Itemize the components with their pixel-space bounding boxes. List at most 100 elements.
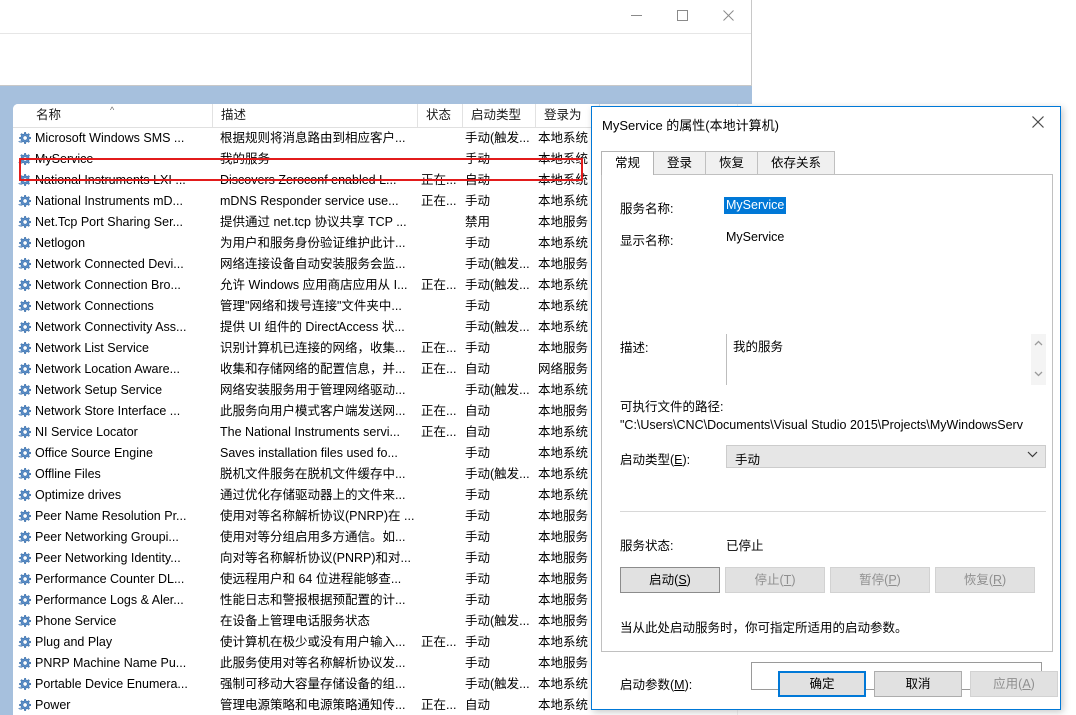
service-properties-dialog: MyService 的属性(本地计算机) 常规登录恢复依存关系 服务名称: My…	[591, 106, 1061, 710]
cell-desc: 通过优化存储驱动器上的文件来...	[220, 485, 416, 506]
cell-start: 手动(触发...	[465, 275, 535, 296]
dialog-titlebar: MyService 的属性(本地计算机)	[592, 107, 1060, 139]
cell-name: National Instruments mD...	[35, 191, 215, 212]
cell-name: MyService	[35, 149, 215, 170]
service-status-value: 已停止	[726, 535, 764, 554]
column-header-label: 启动类型	[471, 108, 521, 122]
cell-name: Microsoft Windows SMS ...	[35, 128, 215, 149]
description-textarea[interactable]: 我的服务	[726, 334, 1046, 385]
window-caption-buttons	[613, 0, 751, 30]
cell-name: Performance Counter DL...	[35, 569, 215, 590]
service-action-label: 停止(T)	[755, 573, 796, 587]
service-p-button: 暂停(P)	[830, 567, 930, 593]
column-header-stat[interactable]: 状态	[418, 104, 463, 127]
cell-start: 手动	[465, 590, 535, 611]
window-toolbar-strip	[0, 33, 751, 85]
apply-button-label: 应用(A)	[993, 677, 1035, 691]
description-scrollbar[interactable]	[1031, 334, 1046, 385]
cell-name: Peer Name Resolution Pr...	[35, 506, 215, 527]
cell-desc: 提供通过 net.tcp 协议共享 TCP ...	[220, 212, 416, 233]
service-name-value[interactable]: MyService	[724, 197, 786, 214]
start-params-label-text: 启动参数(M):	[620, 678, 692, 692]
startup-type-label-text: 启动类型(E):	[620, 453, 690, 467]
cell-start: 手动	[465, 569, 535, 590]
cancel-button[interactable]: 取消	[874, 671, 962, 697]
display-name-label: 显示名称:	[620, 230, 673, 249]
cell-name: Performance Logs & Aler...	[35, 590, 215, 611]
cell-desc: 网络安装服务用于管理网络驱动...	[220, 380, 416, 401]
service-gear-icon	[17, 593, 32, 608]
cell-desc: Discovers Zeroconf enabled L...	[220, 170, 416, 191]
service-gear-icon	[17, 425, 32, 440]
cell-desc: 向对等名称解析协议(PNRP)和对...	[220, 548, 416, 569]
cell-stat: 正在...	[421, 191, 463, 212]
tab-常规[interactable]: 常规	[601, 151, 654, 175]
service-action-label: 恢复(R)	[964, 573, 1006, 587]
close-icon[interactable]	[1015, 107, 1060, 137]
cell-stat	[421, 611, 463, 632]
service-gear-icon	[17, 572, 32, 587]
tab-恢复[interactable]: 恢复	[705, 151, 758, 175]
cell-stat: 正在...	[421, 422, 463, 443]
cell-stat	[421, 590, 463, 611]
cell-stat	[421, 296, 463, 317]
minimize-icon[interactable]	[613, 0, 659, 30]
service-s-button[interactable]: 启动(S)	[620, 567, 720, 593]
cell-start: 手动	[465, 653, 535, 674]
description-label: 描述:	[620, 337, 648, 356]
cell-start: 手动(触发...	[465, 464, 535, 485]
cell-start: 手动	[465, 506, 535, 527]
startup-type-select[interactable]: 手动	[726, 445, 1046, 468]
cell-start: 手动	[465, 149, 535, 170]
cell-stat	[421, 212, 463, 233]
cell-name: Optimize drives	[35, 485, 215, 506]
cell-stat	[421, 380, 463, 401]
display-name-value[interactable]: MyService	[726, 230, 784, 244]
cell-desc: 提供 UI 组件的 DirectAccess 状...	[220, 317, 416, 338]
service-gear-icon	[17, 446, 32, 461]
column-header-start[interactable]: 启动类型	[463, 104, 536, 127]
cell-start: 手动	[465, 485, 535, 506]
cell-stat	[421, 674, 463, 695]
cell-desc: 允许 Windows 应用商店应用从 I...	[220, 275, 416, 296]
column-header-name[interactable]: 名称^	[28, 104, 213, 127]
start-params-hint: 当从此处启动服务时，你可指定所适用的启动参数。	[620, 617, 908, 636]
apply-button[interactable]: 应用(A)	[970, 671, 1058, 697]
service-gear-icon	[17, 383, 32, 398]
start-params-label: 启动参数(M):	[620, 674, 692, 693]
service-t-button: 停止(T)	[725, 567, 825, 593]
service-gear-icon	[17, 488, 32, 503]
tab-label: 登录	[667, 156, 692, 170]
service-action-label: 暂停(P)	[859, 573, 901, 587]
cell-name: Network Connections	[35, 296, 215, 317]
dialog-tabstrip: 常规登录恢复依存关系	[601, 151, 1053, 175]
close-icon[interactable]	[705, 0, 751, 30]
cell-stat	[421, 254, 463, 275]
cell-start: 手动	[465, 548, 535, 569]
service-gear-icon	[17, 257, 32, 272]
chevron-down-icon[interactable]	[1031, 367, 1046, 381]
dialog-tab-panel: 服务名称: MyService 显示名称: MyService 描述: 我的服务…	[601, 174, 1053, 652]
service-gear-icon	[17, 551, 32, 566]
tab-依存关系[interactable]: 依存关系	[757, 151, 835, 175]
service-gear-icon	[17, 215, 32, 230]
cell-name: PNRP Machine Name Pu...	[35, 653, 215, 674]
cell-stat: 正在...	[421, 275, 463, 296]
cell-name: Network Connectivity Ass...	[35, 317, 215, 338]
cell-start: 手动	[465, 632, 535, 653]
cell-start: 手动	[465, 338, 535, 359]
cell-start: 手动(触发...	[465, 380, 535, 401]
cell-stat	[421, 128, 463, 149]
tab-登录[interactable]: 登录	[653, 151, 706, 175]
ok-button[interactable]: 确定	[778, 671, 866, 697]
maximize-icon[interactable]	[659, 0, 705, 30]
cell-start: 自动	[465, 695, 535, 715]
cell-name: Netlogon	[35, 233, 215, 254]
chevron-up-icon[interactable]	[1031, 336, 1046, 350]
cell-start: 手动	[465, 233, 535, 254]
cell-desc: 使用对等名称解析协议(PNRP)在 ...	[220, 506, 416, 527]
cell-name: Network Connected Devi...	[35, 254, 215, 275]
service-gear-icon	[17, 698, 32, 713]
cell-name: Office Source Engine	[35, 443, 215, 464]
column-header-desc[interactable]: 描述	[213, 104, 418, 127]
